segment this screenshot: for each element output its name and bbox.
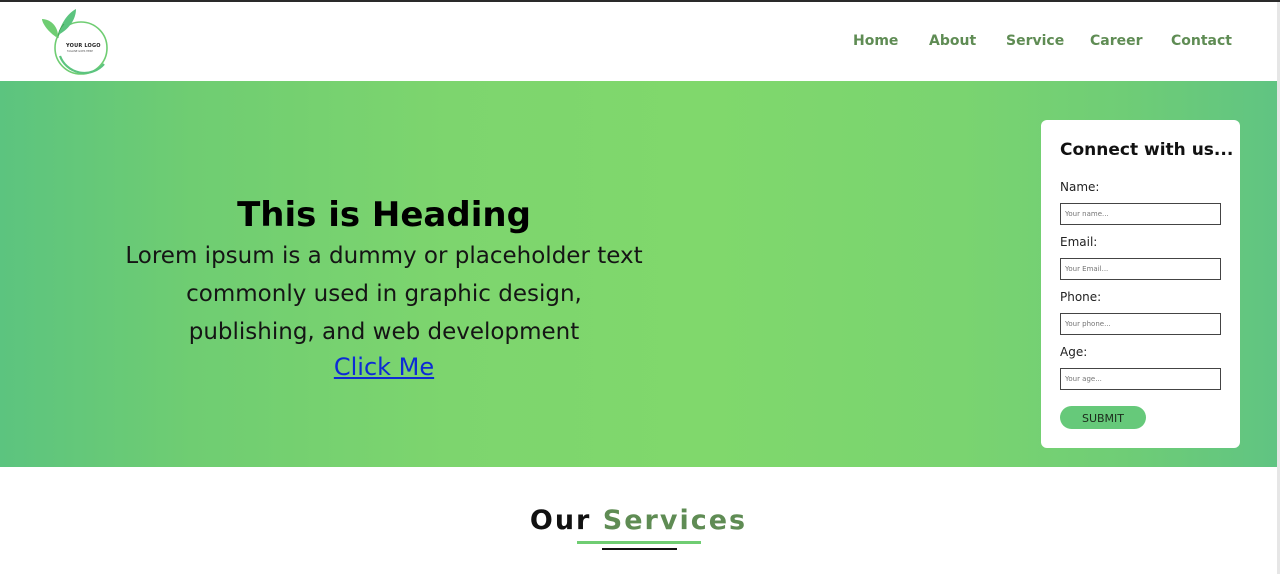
submit-button[interactable]: SUBMIT xyxy=(1060,406,1146,429)
click-me-link[interactable]: Click Me xyxy=(334,351,434,383)
hero-paragraph-line-1: Lorem ipsum is a dummy or placeholder te… xyxy=(125,243,643,269)
contact-form-card: Connect with us... Name: Email: Phone: A… xyxy=(1041,120,1240,448)
logo-text: YOUR LOGO xyxy=(66,43,101,49)
hero-paragraph-line-3: publishing, and web development xyxy=(188,319,580,345)
services-heading: Our Services xyxy=(0,505,1277,536)
age-label: Age: xyxy=(1060,345,1088,359)
services-underline-green xyxy=(577,541,701,544)
services-underline-dark xyxy=(602,548,677,550)
services-heading-part-1: Our xyxy=(529,505,592,536)
name-label: Name: xyxy=(1060,180,1100,194)
nav-career[interactable]: Career xyxy=(1090,33,1143,49)
logo-tagline: TAGLINE GOES HERE xyxy=(67,50,93,53)
nav-home[interactable]: Home xyxy=(853,33,898,49)
hero-content: This is Heading Lorem ipsum is a dummy o… xyxy=(114,193,654,383)
email-field[interactable] xyxy=(1060,258,1221,280)
form-title: Connect with us... xyxy=(1060,140,1234,160)
nav-about[interactable]: About xyxy=(929,33,976,49)
hero-paragraph-line-2: commonly used in graphic design, xyxy=(186,281,582,307)
age-field[interactable] xyxy=(1060,368,1221,390)
hero-section: This is Heading Lorem ipsum is a dummy o… xyxy=(0,81,1277,467)
phone-field[interactable] xyxy=(1060,313,1221,335)
nav-service[interactable]: Service xyxy=(1006,33,1064,49)
phone-label: Phone: xyxy=(1060,290,1102,304)
name-field[interactable] xyxy=(1060,203,1221,225)
site-header: YOUR LOGO TAGLINE GOES HERE Home About S… xyxy=(0,2,1277,81)
email-label: Email: xyxy=(1060,235,1098,249)
site-logo[interactable]: YOUR LOGO TAGLINE GOES HERE xyxy=(36,6,116,80)
nav-contact[interactable]: Contact xyxy=(1171,33,1232,49)
hero-heading: This is Heading xyxy=(237,195,531,235)
services-heading-part-2: Services xyxy=(602,505,748,536)
